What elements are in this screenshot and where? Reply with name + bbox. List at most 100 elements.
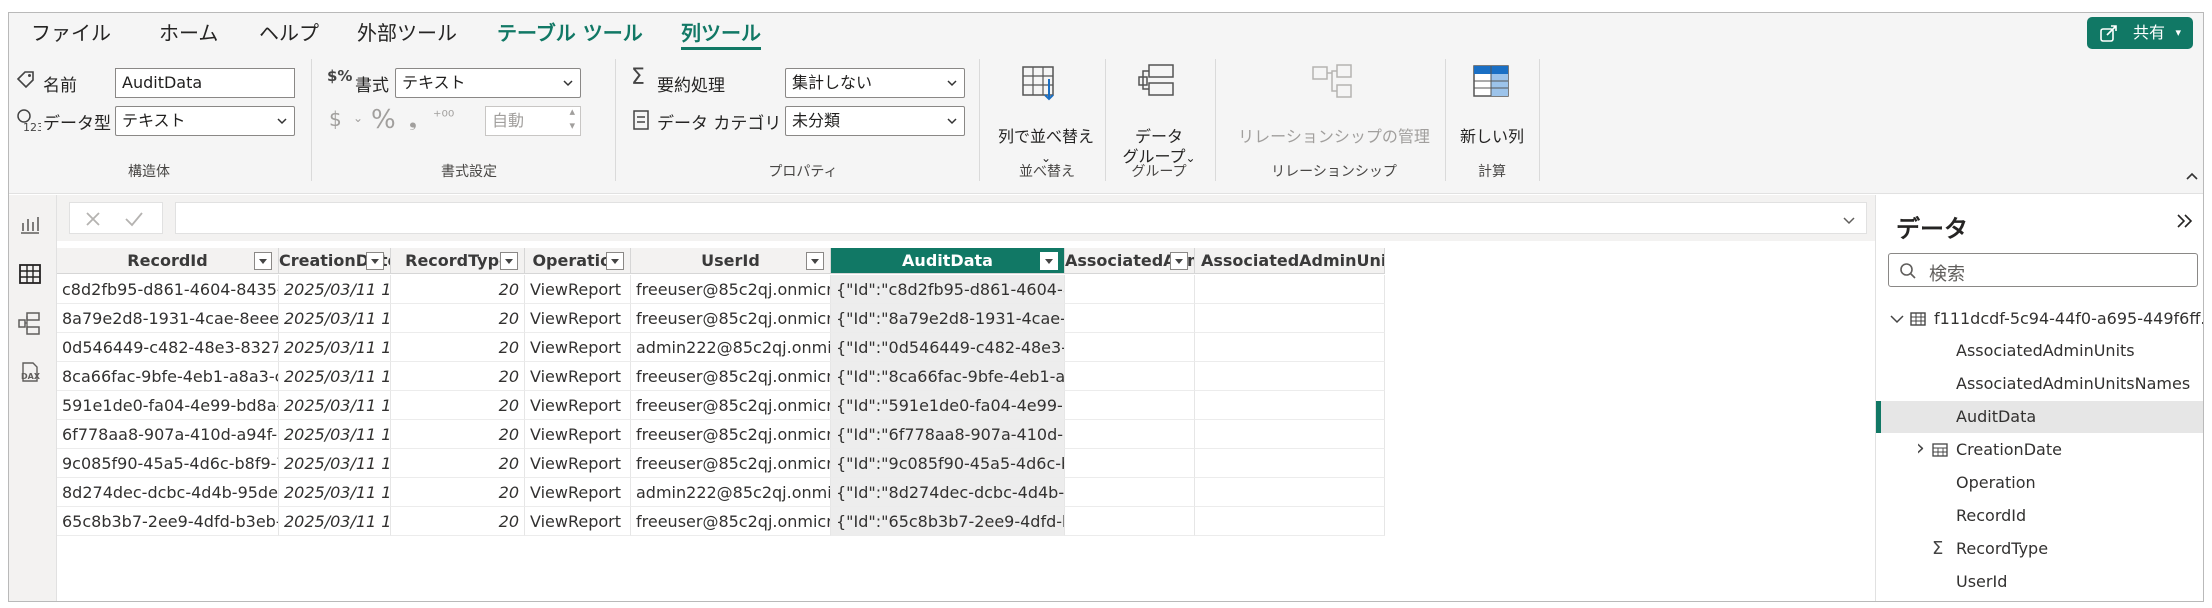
cell-userid[interactable]: freeuser@85c2qj.onmicrosoft.com (631, 507, 831, 536)
dax-query-view-icon[interactable]: DAX (17, 359, 43, 385)
cell-creationdate[interactable]: 2025/03/11 15:25:11 (279, 420, 391, 449)
cell-associatedadminunitsnames[interactable] (1195, 333, 1385, 362)
column-header-associatedadminunits[interactable]: AssociatedAdminUnits (1065, 248, 1195, 274)
cell-auditdata[interactable]: {"Id":"0d546449-c482-48e3-8327-de68b783 (831, 333, 1065, 362)
cell-auditdata[interactable]: {"Id":"591e1de0-fa04-4e99-bd8a-0f4958060… (831, 391, 1065, 420)
cell-recordid[interactable]: 65c8b3b7-2ee9-4dfd-b3eb-a180468c1844 (57, 507, 279, 536)
cell-operation[interactable]: ViewReport (525, 333, 631, 362)
datatype-select[interactable]: テキスト (115, 106, 295, 136)
cell-userid[interactable]: freeuser@85c2qj.onmicrosoft.com (631, 275, 831, 304)
format-select[interactable]: テキスト (395, 68, 581, 98)
cell-recordtype[interactable]: 20 (391, 478, 525, 507)
data-category-select[interactable]: 未分類 (785, 106, 965, 136)
cell-creationdate[interactable]: 2025/03/11 15:24:24 (279, 275, 391, 304)
tab-home[interactable]: ホーム (159, 13, 218, 53)
cell-recordid[interactable]: 9c085f90-45a5-4d6c-b8f9-7e4fbae52526 (57, 449, 279, 478)
cell-associatedadminunits[interactable] (1065, 333, 1195, 362)
cell-creationdate[interactable]: 2025/03/11 15:18:34 (279, 304, 391, 333)
cell-associatedadminunitsnames[interactable] (1195, 304, 1385, 333)
report-view-icon[interactable] (17, 211, 43, 237)
collapse-ribbon-icon[interactable] (2185, 169, 2199, 183)
cell-associatedadminunits[interactable] (1065, 391, 1195, 420)
cell-creationdate[interactable]: 2025/03/11 17:58:10 (279, 333, 391, 362)
tab-external-tools[interactable]: 外部ツール (357, 13, 457, 53)
field-item-associatedadminunitsnames[interactable]: AssociatedAdminUnitsNames (1876, 368, 2203, 400)
column-header-userid[interactable]: UserId (631, 248, 831, 274)
cell-recordtype[interactable]: 20 (391, 391, 525, 420)
field-item-recordtype[interactable]: Σ RecordType (1876, 533, 2203, 565)
cell-associatedadminunitsnames[interactable] (1195, 391, 1385, 420)
cell-recordtype[interactable]: 20 (391, 362, 525, 391)
column-filter-dropdown-icon[interactable] (1170, 252, 1188, 270)
cell-associatedadminunitsnames[interactable] (1195, 507, 1385, 536)
column-filter-dropdown-icon[interactable] (254, 252, 272, 270)
cell-associatedadminunits[interactable] (1065, 304, 1195, 333)
cell-recordid[interactable]: 591e1de0-fa04-4e99-bd8a-0f4958060af5 (57, 391, 279, 420)
cell-recordid[interactable]: 8a79e2d8-1931-4cae-8eee-fe56604b18be (57, 304, 279, 333)
cell-auditdata[interactable]: {"Id":"8ca66fac-9bfe-4eb1-a8a3-c09ce79cf… (831, 362, 1065, 391)
column-header-operation[interactable]: Operation (525, 248, 631, 274)
cell-auditdata[interactable]: {"Id":"65c8b3b7-2ee9-4dfd-b3eb-a180468c1 (831, 507, 1065, 536)
model-view-icon[interactable] (17, 311, 43, 337)
cell-associatedadminunits[interactable] (1065, 275, 1195, 304)
column-filter-dropdown-icon[interactable] (366, 252, 384, 270)
field-item-operation[interactable]: Operation (1876, 467, 2203, 499)
field-item-associatedadminunits[interactable]: AssociatedAdminUnits (1876, 335, 2203, 367)
cell-associatedadminunitsnames[interactable] (1195, 275, 1385, 304)
cell-recordtype[interactable]: 20 (391, 449, 525, 478)
cell-associatedadminunits[interactable] (1065, 420, 1195, 449)
cell-associatedadminunitsnames[interactable] (1195, 362, 1385, 391)
cell-userid[interactable]: freeuser@85c2qj.onmicrosoft.com (631, 420, 831, 449)
tab-help[interactable]: ヘルプ (259, 13, 319, 53)
cell-associatedadminunits[interactable] (1065, 449, 1195, 478)
expand-formula-icon[interactable] (1842, 213, 1856, 227)
new-column-button[interactable]: 新しい列 (1449, 127, 1535, 147)
cell-associatedadminunitsnames[interactable] (1195, 478, 1385, 507)
decimal-places-stepper[interactable]: 自動 ▴ ▾ (485, 105, 581, 136)
cell-recordid[interactable]: c8d2fb95-d861-4604-8435-b399a4fbf988 (57, 275, 279, 304)
cell-recordtype[interactable]: 20 (391, 507, 525, 536)
column-filter-dropdown-icon[interactable] (606, 252, 624, 270)
cell-operation[interactable]: ViewReport (525, 449, 631, 478)
tab-column-tools[interactable]: 列ツール (681, 13, 761, 53)
cell-creationdate[interactable]: 2025/03/11 15:24:23 (279, 391, 391, 420)
field-item-userid[interactable]: UserId (1876, 566, 2203, 598)
formula-input[interactable] (175, 202, 1867, 234)
cell-auditdata[interactable]: {"Id":"8a79e2d8-1931-4cae-8eee-fe56604b1 (831, 304, 1065, 333)
chevron-right-icon[interactable]: › (1916, 434, 1925, 465)
cell-userid[interactable]: admin222@85c2qj.onmicrosoft.com (631, 333, 831, 362)
name-input[interactable]: AuditData (115, 68, 295, 98)
cell-operation[interactable]: ViewReport (525, 478, 631, 507)
cell-recordtype[interactable]: 20 (391, 333, 525, 362)
cell-associatedadminunitsnames[interactable] (1195, 420, 1385, 449)
cell-auditdata[interactable]: {"Id":"9c085f90-45a5-4d6c-b8f9-7e4fbae52… (831, 449, 1065, 478)
cell-userid[interactable]: freeuser@85c2qj.onmicrosoft.com (631, 362, 831, 391)
column-header-associatedadminunitsnames[interactable]: AssociatedAdminUnitsNames (1195, 248, 1385, 274)
column-header-recordtype[interactable]: RecordType (391, 248, 525, 274)
cell-associatedadminunitsnames[interactable] (1195, 449, 1385, 478)
column-filter-dropdown-icon[interactable] (500, 252, 518, 270)
cell-operation[interactable]: ViewReport (525, 391, 631, 420)
field-item-recordid[interactable]: RecordId (1876, 500, 2203, 532)
cell-recordtype[interactable]: 20 (391, 304, 525, 333)
cell-recordtype[interactable]: 20 (391, 420, 525, 449)
commit-check-icon[interactable] (124, 210, 144, 228)
cell-auditdata[interactable]: {"Id":"c8d2fb95-d861-4604-8435-b399a4fbf… (831, 275, 1065, 304)
cell-recordtype[interactable]: 20 (391, 275, 525, 304)
cancel-icon[interactable] (84, 210, 102, 228)
cell-recordid[interactable]: 8ca66fac-9bfe-4eb1-a8a3-c09ce79cfaa9 (57, 362, 279, 391)
cell-creationdate[interactable]: 2025/03/11 15:25:11 (279, 507, 391, 536)
cell-operation[interactable]: ViewReport (525, 304, 631, 333)
cell-userid[interactable]: freeuser@85c2qj.onmicrosoft.com (631, 391, 831, 420)
column-filter-dropdown-icon[interactable] (806, 252, 824, 270)
cell-associatedadminunits[interactable] (1065, 362, 1195, 391)
collapse-pane-icon[interactable] (2175, 211, 2195, 231)
cell-operation[interactable]: ViewReport (525, 275, 631, 304)
table-view-icon[interactable] (17, 261, 43, 287)
column-header-creationdate[interactable]: CreationDate (279, 248, 391, 274)
summarize-select[interactable]: 集計しない (785, 68, 965, 98)
cell-auditdata[interactable]: {"Id":"6f778aa8-907a-410d-a94f-d64c4b484… (831, 420, 1065, 449)
tree-table-node[interactable]: f111dcdf-5c94-44f0-a695-449f6ff... (1876, 303, 2203, 335)
cell-recordid[interactable]: 0d546449-c482-48e3-8327-de68b7835df2 (57, 333, 279, 362)
cell-creationdate[interactable]: 2025/03/11 16:51:49 (279, 478, 391, 507)
